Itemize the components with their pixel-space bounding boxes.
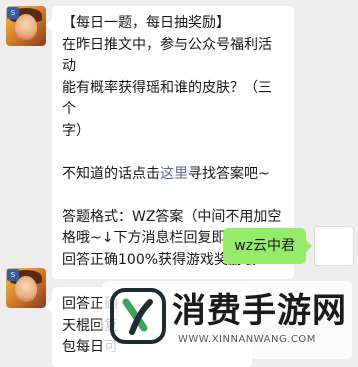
answer-link[interactable]: 这里 bbox=[160, 166, 188, 182]
question-line-4: 字） bbox=[62, 122, 90, 139]
hint-suffix: 寻找答案吧~ bbox=[188, 165, 270, 182]
site-watermark: 消费手游网 WWW.XINNANWANG.COM bbox=[102, 281, 352, 359]
reply-text: wz云中君 bbox=[234, 238, 295, 254]
avatar-badge-icon: S bbox=[7, 269, 19, 281]
question-line-2: 在昨日推文中，参与公众号福利活动 bbox=[62, 36, 272, 75]
watermark-url: WWW.XINNANWANG.COM bbox=[178, 334, 316, 345]
sender-avatar-2[interactable]: S bbox=[6, 268, 46, 308]
watermark-logo-icon bbox=[110, 288, 166, 344]
avatar-badge-icon: S bbox=[7, 7, 19, 19]
watermark-title: 消费手游网 bbox=[172, 291, 347, 331]
user-avatar[interactable] bbox=[314, 226, 354, 266]
hint-prefix: 不知道的话点击 bbox=[62, 165, 160, 182]
outgoing-message-bubble[interactable]: wz云中君 bbox=[223, 228, 312, 264]
question-line-3: 能有概率获得瑶和谁的皮肤？（三个 bbox=[62, 79, 272, 118]
sender-avatar[interactable]: S bbox=[6, 6, 46, 46]
question-line-1: 【每日一题，每日抽奖励】 bbox=[62, 15, 230, 31]
hint-line: 不知道的话点击这里寻找答案吧~ bbox=[62, 164, 284, 186]
format-line-1: 答题格式：WZ答案（中间不用加空 bbox=[62, 208, 282, 225]
